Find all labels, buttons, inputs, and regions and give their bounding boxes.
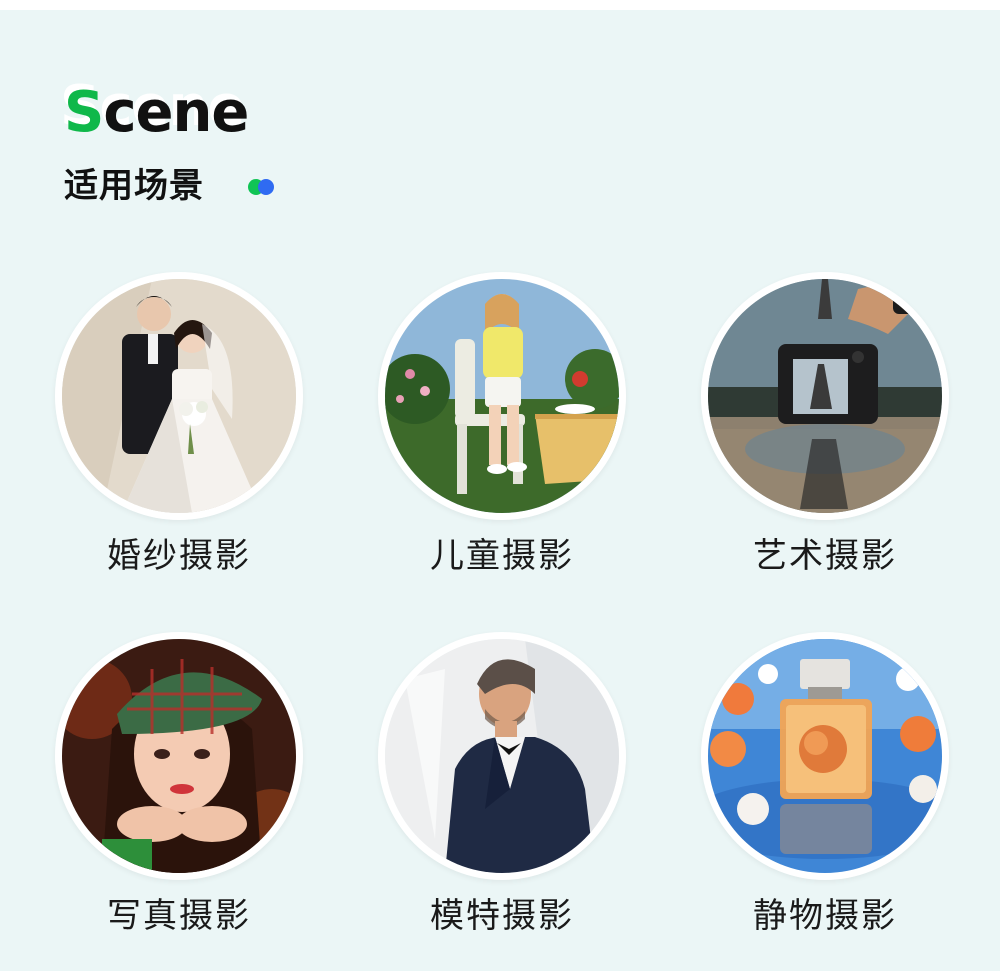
children-photo	[378, 272, 626, 520]
heading-chinese: 适用场景	[64, 166, 204, 206]
scene-label: 模特摄影	[430, 896, 574, 936]
heading-english-first-letter: S	[64, 80, 104, 145]
scene-card-still-life[interactable]: 静物摄影	[701, 632, 949, 962]
heading-english-rest: cene	[103, 80, 249, 145]
heading-english: Scene Scene	[60, 74, 249, 148]
scene-label: 儿童摄影	[430, 536, 574, 576]
scene-card-model[interactable]: 模特摄影	[378, 632, 626, 962]
portrait-photo	[55, 632, 303, 880]
art-photo	[701, 272, 949, 520]
scene-label: 写真摄影	[107, 896, 251, 936]
wedding-photo	[55, 272, 303, 520]
decorative-dots	[248, 179, 280, 195]
scene-card-children[interactable]: 儿童摄影	[378, 272, 626, 602]
blue-dot-icon	[258, 179, 274, 195]
scene-label: 婚纱摄影	[107, 536, 251, 576]
scene-card-wedding[interactable]: 婚纱摄影	[55, 272, 303, 602]
scene-label: 静物摄影	[753, 896, 897, 936]
scene-card-portrait[interactable]: 写真摄影	[55, 632, 303, 962]
scene-card-art[interactable]: 艺术摄影	[701, 272, 949, 602]
model-photo	[378, 632, 626, 880]
scene-label: 艺术摄影	[753, 536, 897, 576]
still-life-photo	[701, 632, 949, 880]
